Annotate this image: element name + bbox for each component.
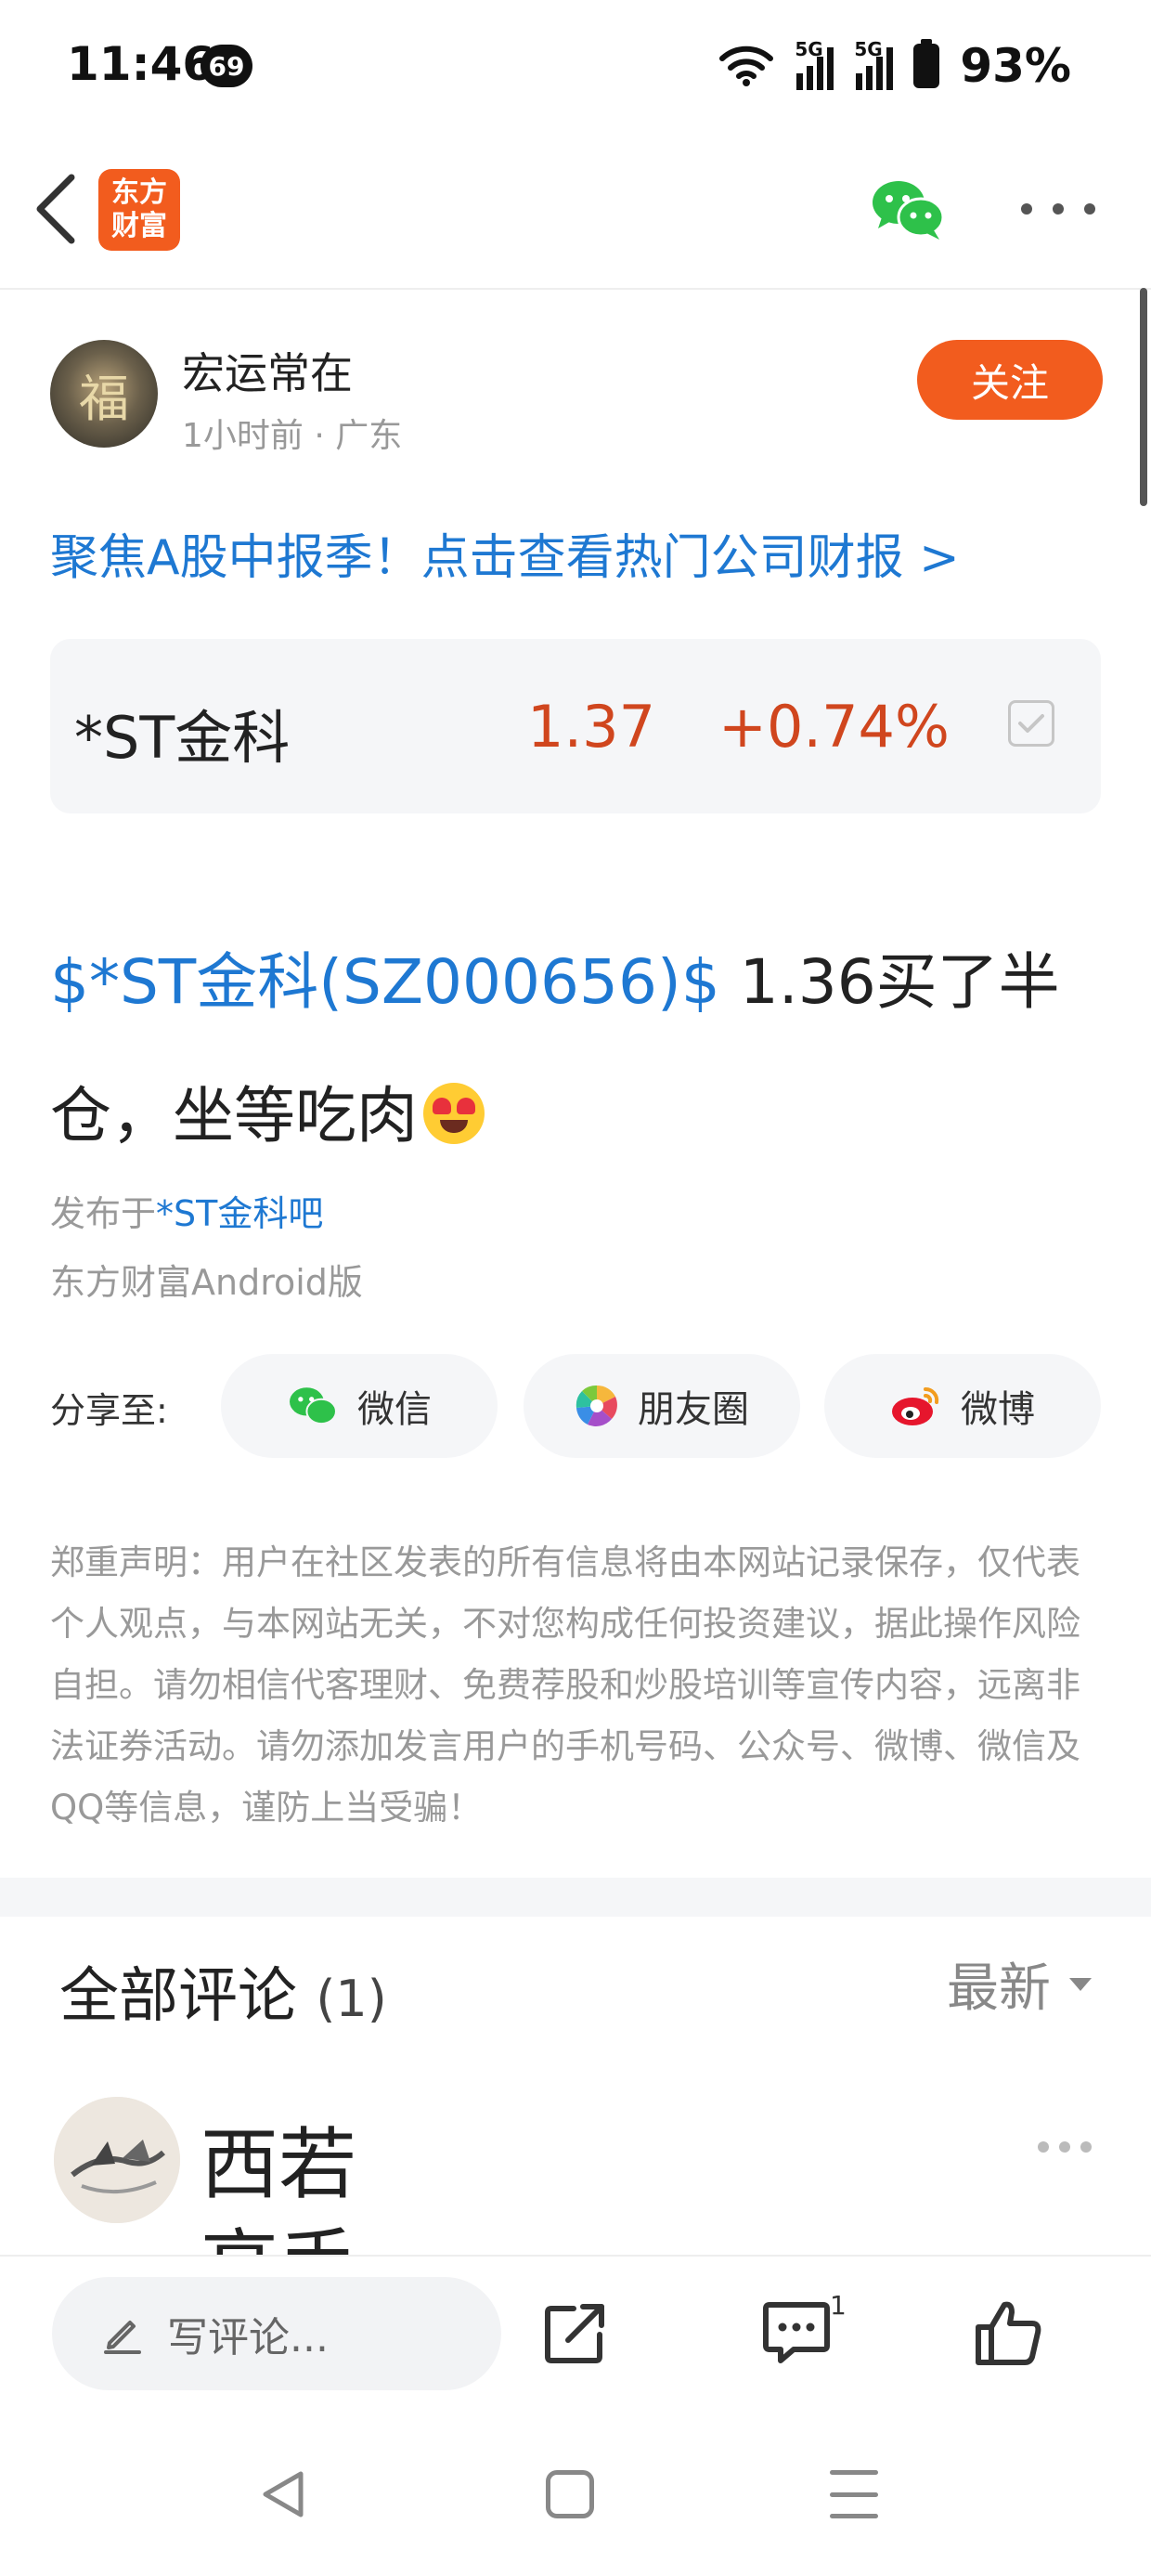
sort-label: 最新 [947, 1958, 1051, 2019]
disclaimer-text: 郑重声明：用户在社区发表的所有信息将由本网站记录保存，仅代表个人观点，与本网站无… [50, 1542, 1080, 1828]
published-in: 发布于*ST金科吧 [50, 1185, 323, 1236]
avatar-char: 福 [79, 369, 129, 428]
share-moments-label: 朋友圈 [638, 1388, 749, 1431]
back-button[interactable] [19, 167, 93, 251]
like-button[interactable] [962, 2286, 1054, 2379]
share-weibo-button[interactable]: 微博 [824, 1354, 1101, 1458]
status-icons: 5G 5G 93% [718, 33, 1071, 98]
caret-down-icon [1069, 1977, 1092, 1991]
wechat-icon [290, 1387, 337, 1425]
pencil-icon [104, 2321, 141, 2354]
moments-icon [576, 1385, 617, 1426]
comment-input[interactable]: 写评论... [52, 2277, 501, 2390]
stock-change: +0.74% [718, 693, 950, 761]
wechat-icon [873, 181, 945, 240]
comments-button[interactable] [750, 2286, 843, 2379]
comment-peek-text: 高手 [200, 2220, 356, 2257]
share-button[interactable] [529, 2286, 622, 2379]
header-divider [0, 288, 1151, 290]
network-type-1: 5G [795, 38, 823, 60]
status-time: 11:46 [67, 37, 215, 91]
section-divider [0, 1878, 1151, 1917]
comment-count-badge: 1 [830, 2290, 847, 2321]
share-weibo-label: 微博 [961, 1388, 1035, 1431]
nav-recents-button[interactable] [830, 2470, 878, 2518]
comment-placeholder: 写评论... [167, 2314, 329, 2361]
avatar-image [54, 2097, 180, 2223]
comment-more-button[interactable] [1038, 2141, 1092, 2154]
stock-name: *ST金科 [74, 704, 291, 772]
comment-text-peek: 高手 [200, 2219, 423, 2257]
nav-back-icon[interactable] [256, 2466, 312, 2522]
author-name[interactable]: 宏运常在 [182, 340, 353, 401]
more-icon [1038, 2141, 1049, 2153]
forum-link[interactable]: *ST金科吧 [156, 1193, 323, 1234]
promo-link[interactable]: 聚焦A股中报季！点击查看热门公司财报 > [50, 518, 960, 588]
wifi-icon [719, 46, 774, 86]
share-wechat-button[interactable]: 微信 [221, 1354, 498, 1458]
cell-signal-1: 5G [795, 38, 834, 90]
thumbs-up-icon [976, 2301, 1041, 2365]
wechat-share-button[interactable] [869, 176, 947, 241]
app-logo: 东方 财富 [98, 169, 180, 251]
post-body: $*ST金科(SZ000656)$ 1.36买了半仓，坐等吃肉 [50, 916, 1108, 1183]
share-moments-button[interactable]: 朋友圈 [524, 1354, 800, 1458]
battery-percent: 93% [960, 39, 1071, 93]
logo-line2: 财富 [111, 210, 167, 242]
stock-tag-link[interactable]: $*ST金科(SZ000656)$ [50, 946, 720, 1018]
comment-icon [763, 2302, 830, 2363]
check-icon [1018, 714, 1044, 733]
comments-title: 全部评论 (1) [59, 1948, 387, 2034]
nav-home-button[interactable] [546, 2470, 594, 2518]
commenter-name[interactable]: 西若 [200, 2102, 356, 2215]
share-wechat-label: 微信 [357, 1388, 432, 1431]
stock-card[interactable]: *ST金科 1.37 +0.74% [50, 639, 1101, 813]
more-icon [1021, 203, 1032, 215]
author-avatar[interactable]: 福 [50, 340, 158, 448]
share-label: 分享至: [50, 1390, 168, 1431]
follow-button[interactable]: 关注 [917, 340, 1103, 420]
share-icon [545, 2304, 604, 2363]
back-icon [36, 174, 75, 244]
network-type-2: 5G [854, 38, 883, 60]
stock-price: 1.37 [527, 693, 656, 761]
commenter-avatar[interactable] [54, 2097, 180, 2223]
more-button[interactable] [1021, 186, 1095, 232]
scrollbar[interactable] [1140, 288, 1147, 506]
heart-eyes-emoji-icon [423, 1083, 485, 1144]
post-meta: 1小时前 · 广东 [182, 417, 403, 455]
cell-signal-2: 5G [854, 38, 894, 90]
logo-line1: 东方 [111, 176, 167, 209]
client-version: 东方财富Android版 [50, 1262, 363, 1303]
notification-badge: 69 [200, 45, 252, 87]
battery-icon [913, 39, 940, 88]
published-prefix: 发布于 [50, 1193, 157, 1234]
weibo-icon [892, 1386, 939, 1425]
watchlist-checkbox[interactable] [1008, 700, 1054, 747]
comments-count: (1) [316, 1970, 387, 2028]
sort-dropdown[interactable]: 最新 [947, 1946, 1092, 2022]
comments-title-label: 全部评论 [59, 1962, 297, 2031]
